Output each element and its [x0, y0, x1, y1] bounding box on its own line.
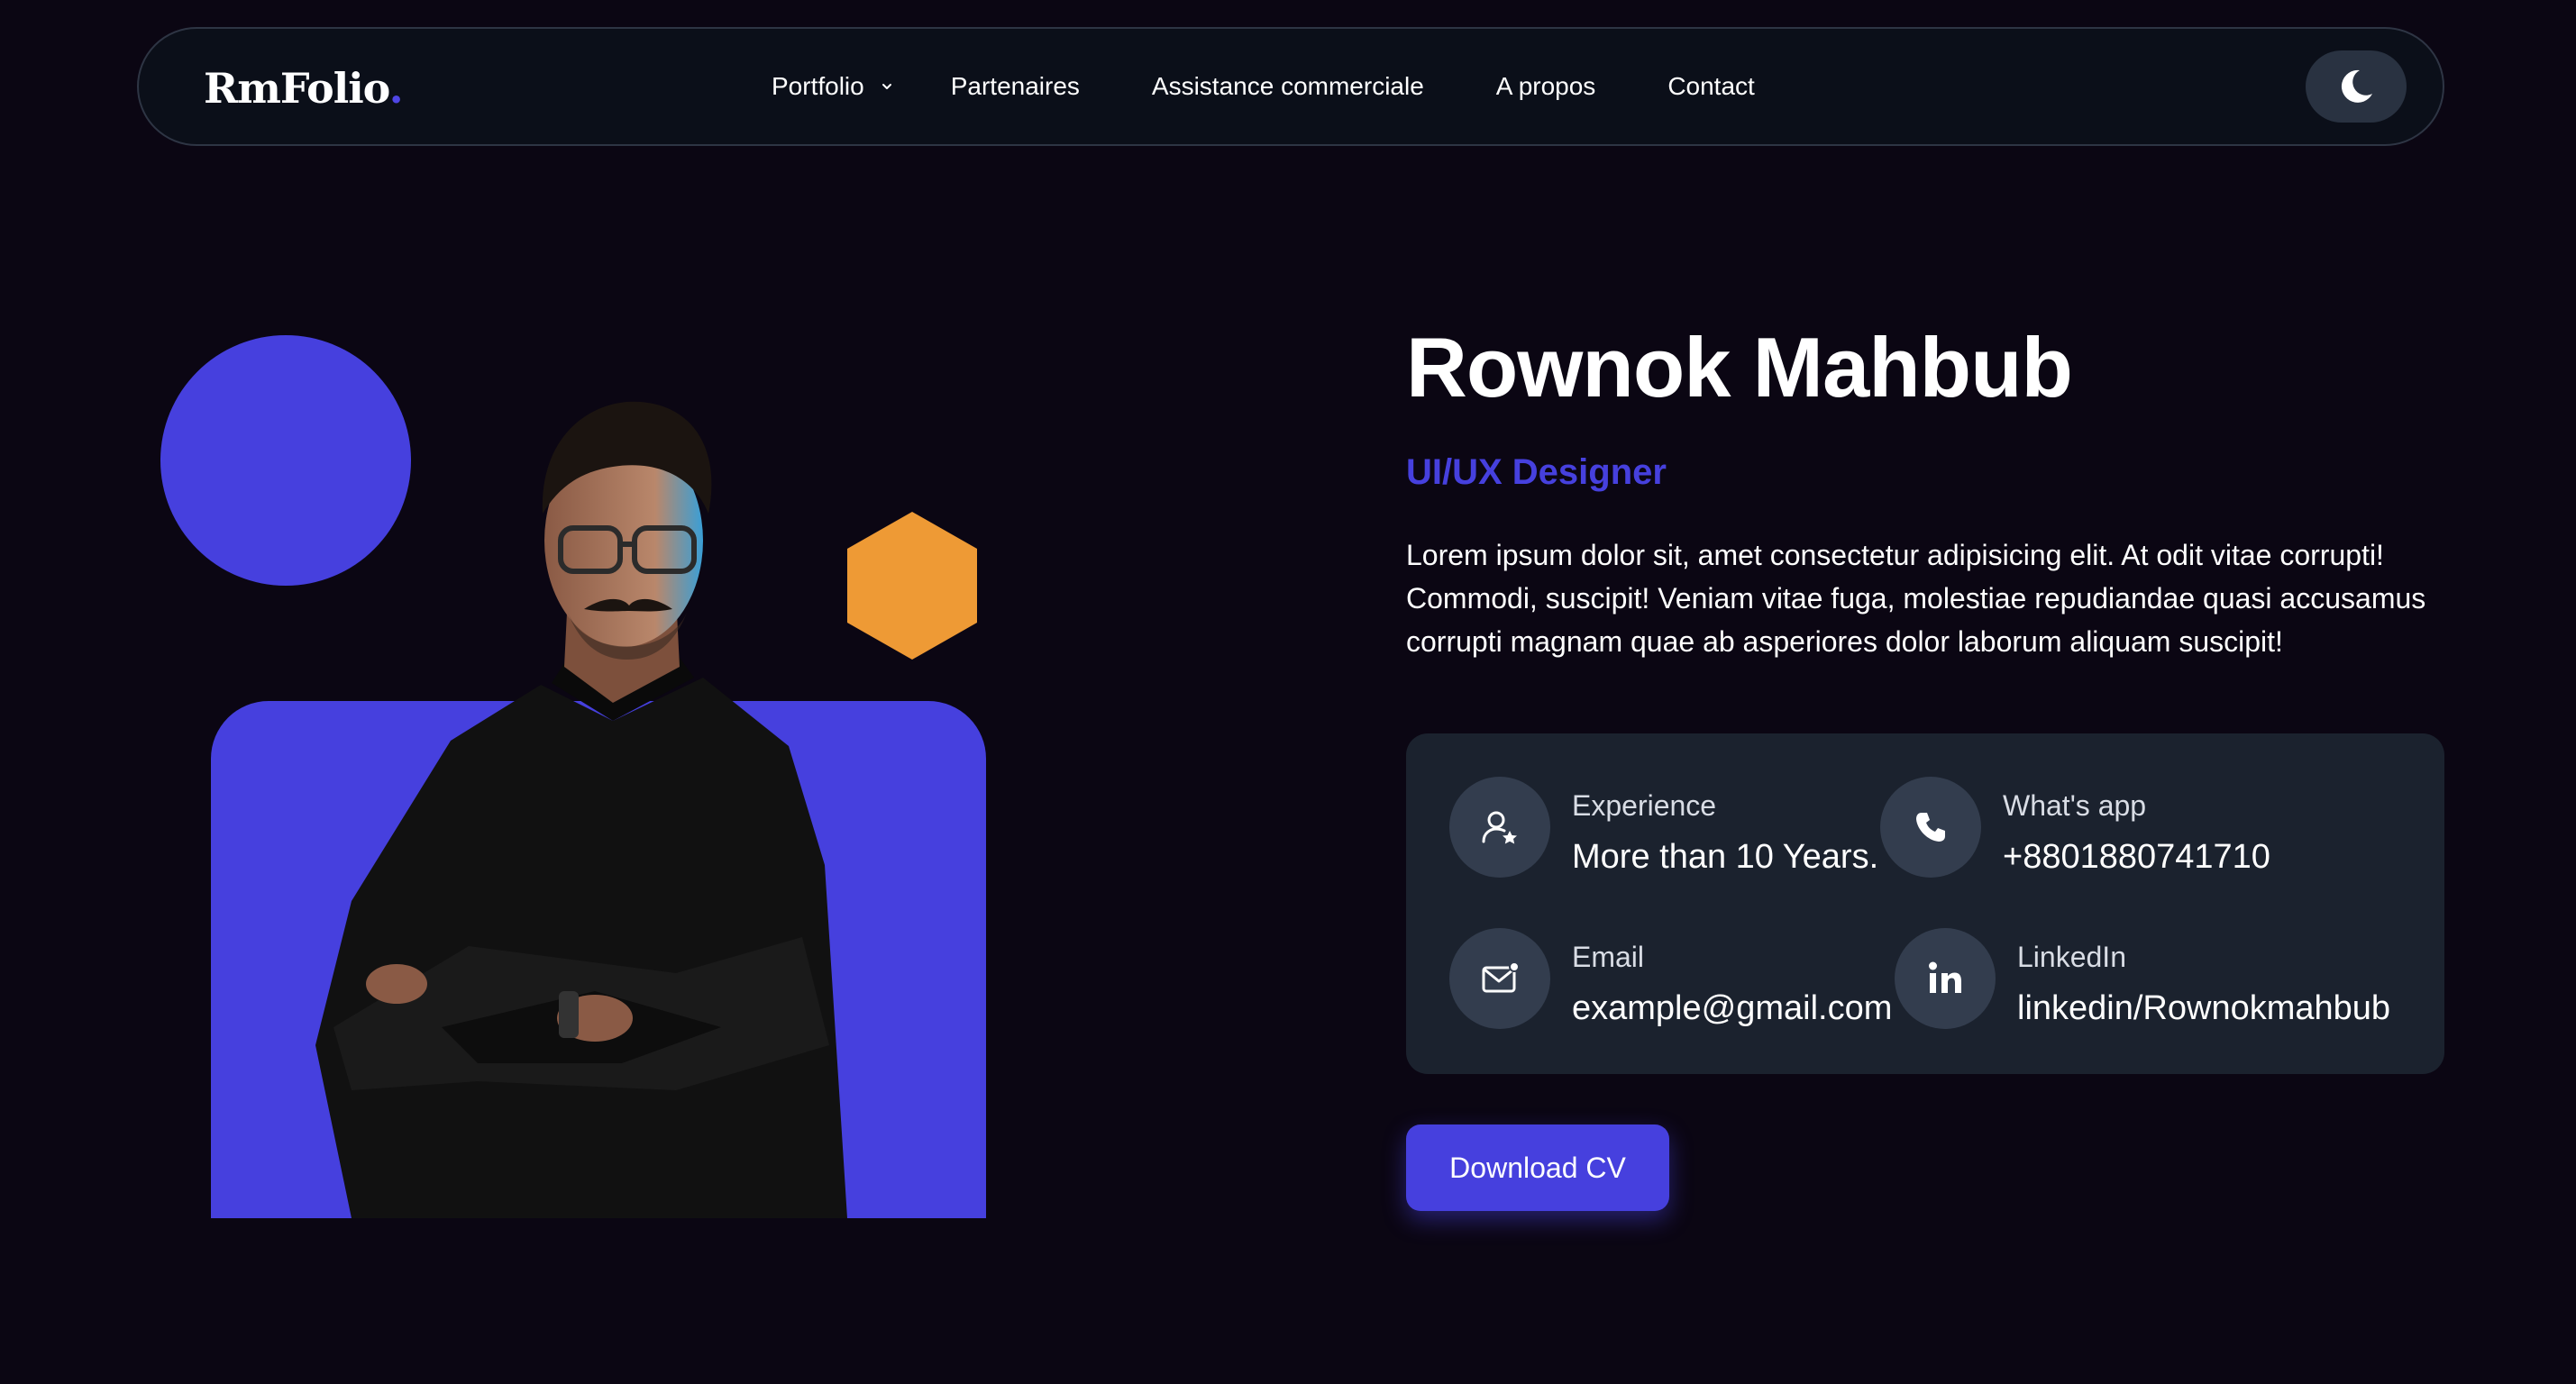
theme-toggle-button[interactable] — [2306, 50, 2407, 123]
nav-item-label: Assistance commerciale — [1151, 72, 1424, 100]
hero-name: Rownok Mahbub — [1406, 320, 2073, 414]
linkedin-icon — [1895, 928, 1996, 1029]
phone-icon — [1880, 777, 1981, 878]
info-label: LinkedIn — [2017, 941, 2126, 973]
nav-links: Portfolio Partenaires Assistance commerc… — [772, 29, 1755, 144]
logo-text: RmFolio — [204, 64, 390, 113]
nav-item-a-propos[interactable]: A propos — [1496, 72, 1596, 101]
nav-item-contact[interactable]: Contact — [1667, 72, 1755, 101]
nav-item-label: Portfolio — [772, 72, 864, 100]
mail-icon — [1449, 928, 1550, 1029]
page: RmFolio. Portfolio Partenaires Assistanc… — [0, 0, 2576, 1384]
info-value: +8801880741710 — [2003, 838, 2270, 876]
hero-bio: Lorem ipsum dolor sit, amet consectetur … — [1406, 539, 2426, 658]
info-value: More than 10 Years. — [1572, 838, 1879, 876]
download-cv-button[interactable]: Download CV — [1406, 1124, 1669, 1211]
logo-dot: . — [388, 64, 404, 113]
nav-item-portfolio[interactable]: Portfolio — [772, 72, 893, 101]
nav-item-label: Partenaires — [950, 72, 1080, 100]
nav-item-label: Contact — [1667, 72, 1755, 100]
moon-icon — [2341, 69, 2372, 103]
portrait-image — [315, 401, 847, 1218]
info-label: What's app — [2003, 789, 2147, 822]
contact-info-card: Experience More than 10 Years. What's ap… — [1406, 733, 2444, 1074]
hero-role: UI/UX Designer — [1406, 452, 1667, 492]
nav-item-partenaires[interactable]: Partenaires — [951, 72, 1080, 101]
user-star-icon — [1449, 777, 1550, 878]
info-label: Email — [1572, 941, 1645, 973]
info-label: Experience — [1572, 789, 1717, 822]
info-value: example@gmail.com — [1572, 989, 1893, 1027]
chevron-down-icon — [882, 84, 891, 89]
nav-item-assistance-commerciale[interactable]: Assistance commerciale — [1152, 72, 1424, 101]
logo[interactable]: RmFolio. — [204, 63, 404, 114]
info-value: linkedin/Rownokmahbub — [2017, 989, 2391, 1027]
navbar: RmFolio. Portfolio Partenaires Assistanc… — [137, 27, 2444, 146]
nav-item-label: A propos — [1495, 72, 1596, 100]
